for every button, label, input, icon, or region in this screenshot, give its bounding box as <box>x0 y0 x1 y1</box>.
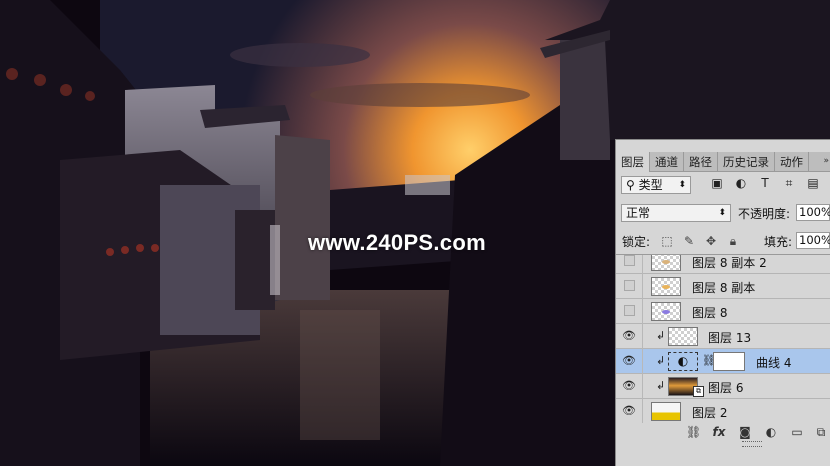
adjustment-icon[interactable]: ◐ <box>764 425 778 439</box>
layer-row[interactable]: 图层 8 副本 2 <box>616 255 830 274</box>
layer-row[interactable]: 👁︎ 图层 2 <box>616 399 830 423</box>
panel-tabs: 图层 通道 路径 历史记录 动作 » <box>616 152 830 172</box>
layers-list: 图层 8 副本 2 图层 8 副本 图层 8 👁︎ ↲ 图层 13 👁︎ ↲ ◐ <box>616 254 830 423</box>
chain-link-icon[interactable]: ⛓︎ <box>686 425 701 439</box>
blend-mode-select[interactable]: 正常 ⬍ <box>621 204 731 222</box>
filter-smart-object-icon[interactable]: ▤ <box>806 176 820 190</box>
layer-row[interactable]: 👁︎ ↲ 图层 13 <box>616 324 830 349</box>
layer-thumbnail <box>668 327 698 346</box>
layer-row[interactable]: 图层 8 副本 <box>616 274 830 299</box>
layer-thumbnail <box>651 277 681 296</box>
divider <box>642 349 643 374</box>
smart-object-icon: ⧉ <box>693 386 704 397</box>
fx-icon[interactable]: fx <box>712 425 726 439</box>
eye-icon[interactable]: 👁︎ <box>622 329 636 343</box>
layer-name[interactable]: 图层 2 <box>692 404 727 421</box>
folder-icon[interactable]: ▭ <box>790 425 804 439</box>
new-layer-icon[interactable]: ⧉ <box>814 425 828 439</box>
filter-shape-icon[interactable]: ⌗ <box>782 176 796 190</box>
lock-label: 锁定: <box>622 235 651 249</box>
visibility-toggle[interactable] <box>624 305 635 316</box>
fill-input[interactable]: 100% <box>796 232 830 249</box>
eye-icon[interactable]: 👁︎ <box>622 379 636 393</box>
filter-adjustment-icon[interactable]: ◐ <box>734 176 748 190</box>
divider <box>642 299 643 324</box>
lock-all-icon[interactable]: 🔒︎ <box>726 234 740 248</box>
mask-icon[interactable]: ◙ <box>738 425 752 439</box>
divider <box>642 374 643 399</box>
curves-adjustment-icon: ◐ <box>668 352 698 371</box>
layer-thumbnail <box>651 255 681 271</box>
filter-pixel-icon[interactable]: ▣ <box>710 176 724 190</box>
layer-thumbnail <box>651 302 681 321</box>
opacity-input[interactable]: 100% <box>796 204 830 221</box>
visibility-toggle[interactable] <box>624 255 635 266</box>
layer-mask-thumbnail[interactable] <box>713 352 745 371</box>
filter-select[interactable]: ⚲ 类型 ⬍ <box>621 176 691 194</box>
layer-row[interactable]: 👁︎ ↲ ⧉ 图层 6 <box>616 374 830 399</box>
tab-paths[interactable]: 路径 <box>684 152 718 171</box>
clipping-arrow-icon: ↲ <box>656 379 666 392</box>
layer-row[interactable]: 图层 8 <box>616 299 830 324</box>
lock-brush-icon[interactable]: ✎ <box>682 234 696 248</box>
resize-grip[interactable] <box>742 441 762 447</box>
layer-name[interactable]: 图层 8 副本 2 <box>692 255 767 271</box>
opacity-label: 不透明度: <box>738 207 791 221</box>
chevron-updown-icon: ⬍ <box>678 180 686 190</box>
filter-label: 类型 <box>638 178 663 192</box>
clipping-arrow-icon: ↲ <box>656 354 666 367</box>
tab-history[interactable]: 历史记录 <box>718 152 775 171</box>
thumb-content <box>662 285 670 289</box>
eye-icon[interactable]: 👁︎ <box>622 404 636 418</box>
layer-name[interactable]: 图层 6 <box>708 379 743 396</box>
tab-layers[interactable]: 图层 <box>616 152 650 172</box>
watermark-text: www.240PS.com <box>308 230 486 255</box>
layer-name[interactable]: 图层 8 副本 <box>692 279 755 296</box>
thumb-content <box>662 260 670 264</box>
filter-type-icon[interactable]: T <box>758 176 772 190</box>
layer-thumbnail <box>651 402 681 421</box>
divider <box>642 255 643 274</box>
layers-panel: 图层 通道 路径 历史记录 动作 » ⚲ 类型 ⬍ ▣ ◐ T ⌗ ▤ 正常 ⬍… <box>615 139 830 466</box>
panel-menu-icon[interactable]: » <box>823 156 829 166</box>
divider <box>642 274 643 299</box>
chevron-updown-icon: ⬍ <box>718 208 726 218</box>
layer-name[interactable]: 图层 8 <box>692 304 727 321</box>
blend-mode-value: 正常 <box>626 206 651 220</box>
tab-actions[interactable]: 动作 <box>775 152 809 171</box>
eye-icon[interactable]: 👁︎ <box>622 354 636 368</box>
lock-move-icon[interactable]: ✥ <box>704 234 718 248</box>
tab-channels[interactable]: 通道 <box>650 152 684 171</box>
lock-transparent-icon[interactable]: ⬚ <box>660 234 674 248</box>
divider <box>642 399 643 423</box>
divider <box>642 324 643 349</box>
thumb-content <box>662 310 670 314</box>
layer-row-selected[interactable]: 👁︎ ↲ ◐ ⛓︎ 曲线 4 <box>616 349 830 374</box>
clipping-arrow-icon: ↲ <box>656 329 666 342</box>
fill-label: 填充: <box>764 235 793 249</box>
search-icon: ⚲ <box>626 178 639 192</box>
layer-name[interactable]: 图层 13 <box>708 329 751 346</box>
visibility-toggle[interactable] <box>624 280 635 291</box>
layer-name[interactable]: 曲线 4 <box>756 354 791 371</box>
